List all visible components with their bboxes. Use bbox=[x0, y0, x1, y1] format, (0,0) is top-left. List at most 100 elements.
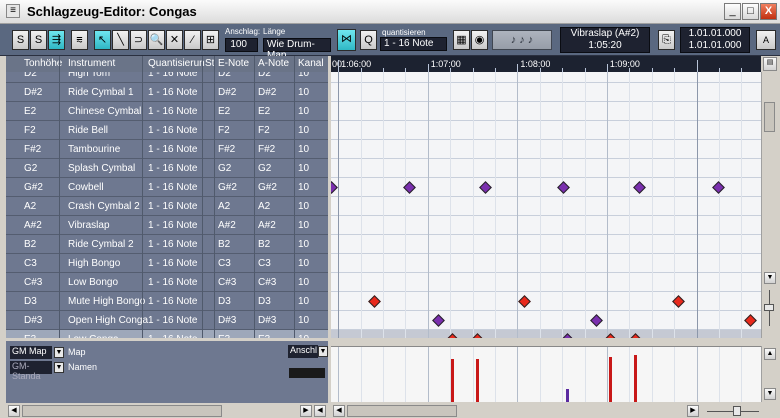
scroll-down-button[interactable]: ▼ bbox=[764, 272, 776, 284]
map-select[interactable]: GM Map bbox=[10, 346, 52, 359]
controller-lane-select[interactable]: Anschl bbox=[288, 345, 318, 358]
snap-button[interactable]: ⋈ bbox=[337, 29, 356, 51]
scroll-thumb[interactable] bbox=[764, 102, 775, 132]
col-pitch[interactable]: Tonhöhe bbox=[24, 58, 62, 69]
cell-ch: 10 bbox=[298, 125, 310, 136]
note-grid[interactable] bbox=[331, 72, 761, 338]
drum-row[interactable]: C#3 Low Bongo 1 - 16 Note C#3 C#3 10 bbox=[6, 273, 328, 292]
minimize-button[interactable]: _ bbox=[724, 3, 741, 20]
velocity-grid-line bbox=[606, 347, 608, 402]
drum-note[interactable] bbox=[331, 181, 338, 194]
listen-button[interactable]: S bbox=[30, 30, 47, 50]
cell-pitch: D2 bbox=[24, 72, 37, 79]
ruler-menu-icon[interactable]: ▤ bbox=[763, 57, 777, 71]
col-quantize[interactable]: Quantisierun bbox=[148, 58, 205, 69]
cell-name: Ride Bell bbox=[68, 125, 109, 136]
drum-note[interactable] bbox=[367, 295, 381, 308]
length-select[interactable]: Wie Drum-Map bbox=[263, 38, 331, 61]
maximize-button[interactable]: □ bbox=[742, 3, 759, 20]
list-scroll-thumb[interactable] bbox=[22, 405, 222, 417]
colors-icon[interactable]: ▦ bbox=[453, 30, 470, 50]
col-anote[interactable]: A-Note bbox=[258, 58, 289, 69]
drum-row[interactable]: E2 Chinese Cymbal 1 - 16 Note E2 E2 10 bbox=[6, 102, 328, 121]
drum-row[interactable]: F2 Ride Bell 1 - 16 Note F2 F2 10 bbox=[6, 121, 328, 140]
grid-scroll-right-button[interactable]: ▶ bbox=[687, 405, 699, 417]
drum-note[interactable] bbox=[478, 181, 492, 194]
names-select[interactable]: GM-Standa bbox=[10, 361, 52, 381]
list-scroll-left-button[interactable]: ◀ bbox=[8, 405, 20, 417]
velocity-bar[interactable] bbox=[451, 359, 455, 402]
grid-scroll-left-button[interactable]: ◀ bbox=[333, 405, 345, 417]
velocity-field[interactable]: 100 bbox=[225, 38, 258, 52]
velocity-lane[interactable] bbox=[331, 346, 761, 402]
drum-row[interactable]: D#3 Open High Conga 1 - 16 Note D#3 D#3 10 bbox=[6, 311, 328, 330]
cell-a: D#3 bbox=[258, 315, 277, 326]
list-horizontal-scrollbar[interactable]: ◀ ▶ ◀ bbox=[6, 404, 328, 418]
col-channel[interactable]: Kanal bbox=[298, 58, 324, 69]
velocity-scrollbar[interactable]: ▲ ▼ bbox=[761, 346, 778, 402]
drum-row[interactable]: G2 Splash Cymbal 1 - 16 Note G2 G2 10 bbox=[6, 159, 328, 178]
zoom-tool-icon[interactable]: 🔍 bbox=[148, 30, 165, 50]
drum-row[interactable]: A2 Crash Cymbal 2 1 - 16 Note A2 A2 10 bbox=[6, 197, 328, 216]
drum-row[interactable]: D3 Mute High Bongo 1 - 16 Note D3 D3 10 bbox=[6, 292, 328, 311]
velocity-bar[interactable] bbox=[634, 355, 638, 402]
arrow-tool-icon[interactable]: ↖ bbox=[94, 30, 111, 50]
insert-velocity-icon[interactable]: ⩳ bbox=[71, 30, 88, 50]
erase-tool-icon[interactable]: ✕ bbox=[166, 30, 183, 50]
drum-row[interactable]: A#2 Vibraslap 1 - 16 Note A#2 A#2 10 bbox=[6, 216, 328, 235]
zoom-slider-icon[interactable] bbox=[763, 288, 777, 328]
map-dropdown-icon[interactable]: ▼ bbox=[54, 347, 64, 358]
cell-q: 1 - 16 Note bbox=[148, 163, 198, 174]
list-scroll-left2-button[interactable]: ◀ bbox=[314, 405, 326, 417]
locator-icon[interactable]: ⎘ bbox=[658, 30, 675, 50]
solo-button[interactable]: S bbox=[12, 30, 29, 50]
horizontal-zoom-slider-icon[interactable] bbox=[703, 405, 763, 417]
cell-e: C3 bbox=[218, 258, 231, 269]
grid-beat-line bbox=[651, 72, 653, 338]
cell-ch: 10 bbox=[298, 87, 310, 98]
drum-note[interactable] bbox=[518, 295, 531, 308]
grid-scroll-thumb[interactable] bbox=[347, 405, 457, 417]
drum-row[interactable]: D#2 Ride Cymbal 1 1 - 16 Note D#2 D#2 10 bbox=[6, 83, 328, 102]
quantize-tool-icon[interactable]: ⊞ bbox=[202, 30, 219, 50]
drum-note[interactable] bbox=[632, 181, 646, 194]
step-input-icon[interactable]: ◉ bbox=[471, 30, 488, 50]
cell-a: C#3 bbox=[258, 277, 277, 288]
cell-e: A#2 bbox=[218, 220, 236, 231]
close-button[interactable]: X bbox=[760, 3, 777, 20]
velocity-bar[interactable] bbox=[609, 357, 612, 402]
drum-note[interactable] bbox=[743, 314, 757, 327]
drum-note[interactable] bbox=[432, 314, 445, 327]
drumstick-tool-icon[interactable]: ⁄ bbox=[184, 30, 201, 50]
vel-scroll-up-button[interactable]: ▲ bbox=[764, 348, 776, 360]
drum-note[interactable] bbox=[557, 181, 571, 194]
drum-row[interactable]: D2 High Tom 1 - 16 Note D2 D2 10 bbox=[6, 72, 328, 83]
drum-note[interactable] bbox=[711, 181, 725, 194]
cell-a: F#2 bbox=[258, 144, 276, 155]
vel-scroll-down-button[interactable]: ▼ bbox=[764, 388, 776, 400]
list-scroll-right-button[interactable]: ▶ bbox=[300, 405, 312, 417]
drum-row[interactable]: G#2 Cowbell 1 - 16 Note G#2 G#2 10 bbox=[6, 178, 328, 197]
velocity-bar[interactable] bbox=[476, 359, 480, 402]
drum-row[interactable]: C3 High Bongo 1 - 16 Note C3 C3 10 bbox=[6, 254, 328, 273]
drum-row[interactable]: B2 Ride Cymbal 2 1 - 16 Note B2 B2 10 bbox=[6, 235, 328, 254]
grid-vertical-scrollbar[interactable]: ▼ bbox=[761, 72, 778, 338]
drum-row[interactable]: E3 Low Conga 1 - 16 Note E3 E3 10 bbox=[6, 330, 328, 338]
drum-note[interactable] bbox=[589, 314, 603, 327]
quantize-icon[interactable]: Q bbox=[360, 30, 377, 50]
names-dropdown-icon[interactable]: ▼ bbox=[54, 362, 64, 373]
velocity-bar[interactable] bbox=[566, 389, 569, 402]
drum-row[interactable]: F#2 Tambourine 1 - 16 Note F#2 F#2 10 bbox=[6, 140, 328, 159]
line-tool-icon[interactable]: ╲ bbox=[112, 30, 129, 50]
lane-dropdown-icon[interactable]: ▼ bbox=[318, 346, 328, 357]
grid-horizontal-scrollbar[interactable]: ◀ ▶ bbox=[331, 404, 778, 418]
extra-button[interactable]: A bbox=[756, 30, 776, 50]
position-right: 1.01.01.000 bbox=[688, 40, 742, 51]
col-enote[interactable]: E-Note bbox=[218, 58, 249, 69]
col-instrument[interactable]: Instrument bbox=[68, 58, 115, 69]
timeline-ruler[interactable]: 00 1:06:00 1:07:00 1:08:00 1:09:00 bbox=[331, 56, 761, 72]
quantize-select[interactable]: 1 - 16 Note bbox=[380, 37, 447, 51]
cell-name: Low Conga bbox=[68, 334, 119, 338]
autoscroll-button[interactable]: ⇶ bbox=[48, 30, 65, 50]
scrub-tool-icon[interactable]: ⊃ bbox=[130, 30, 147, 50]
